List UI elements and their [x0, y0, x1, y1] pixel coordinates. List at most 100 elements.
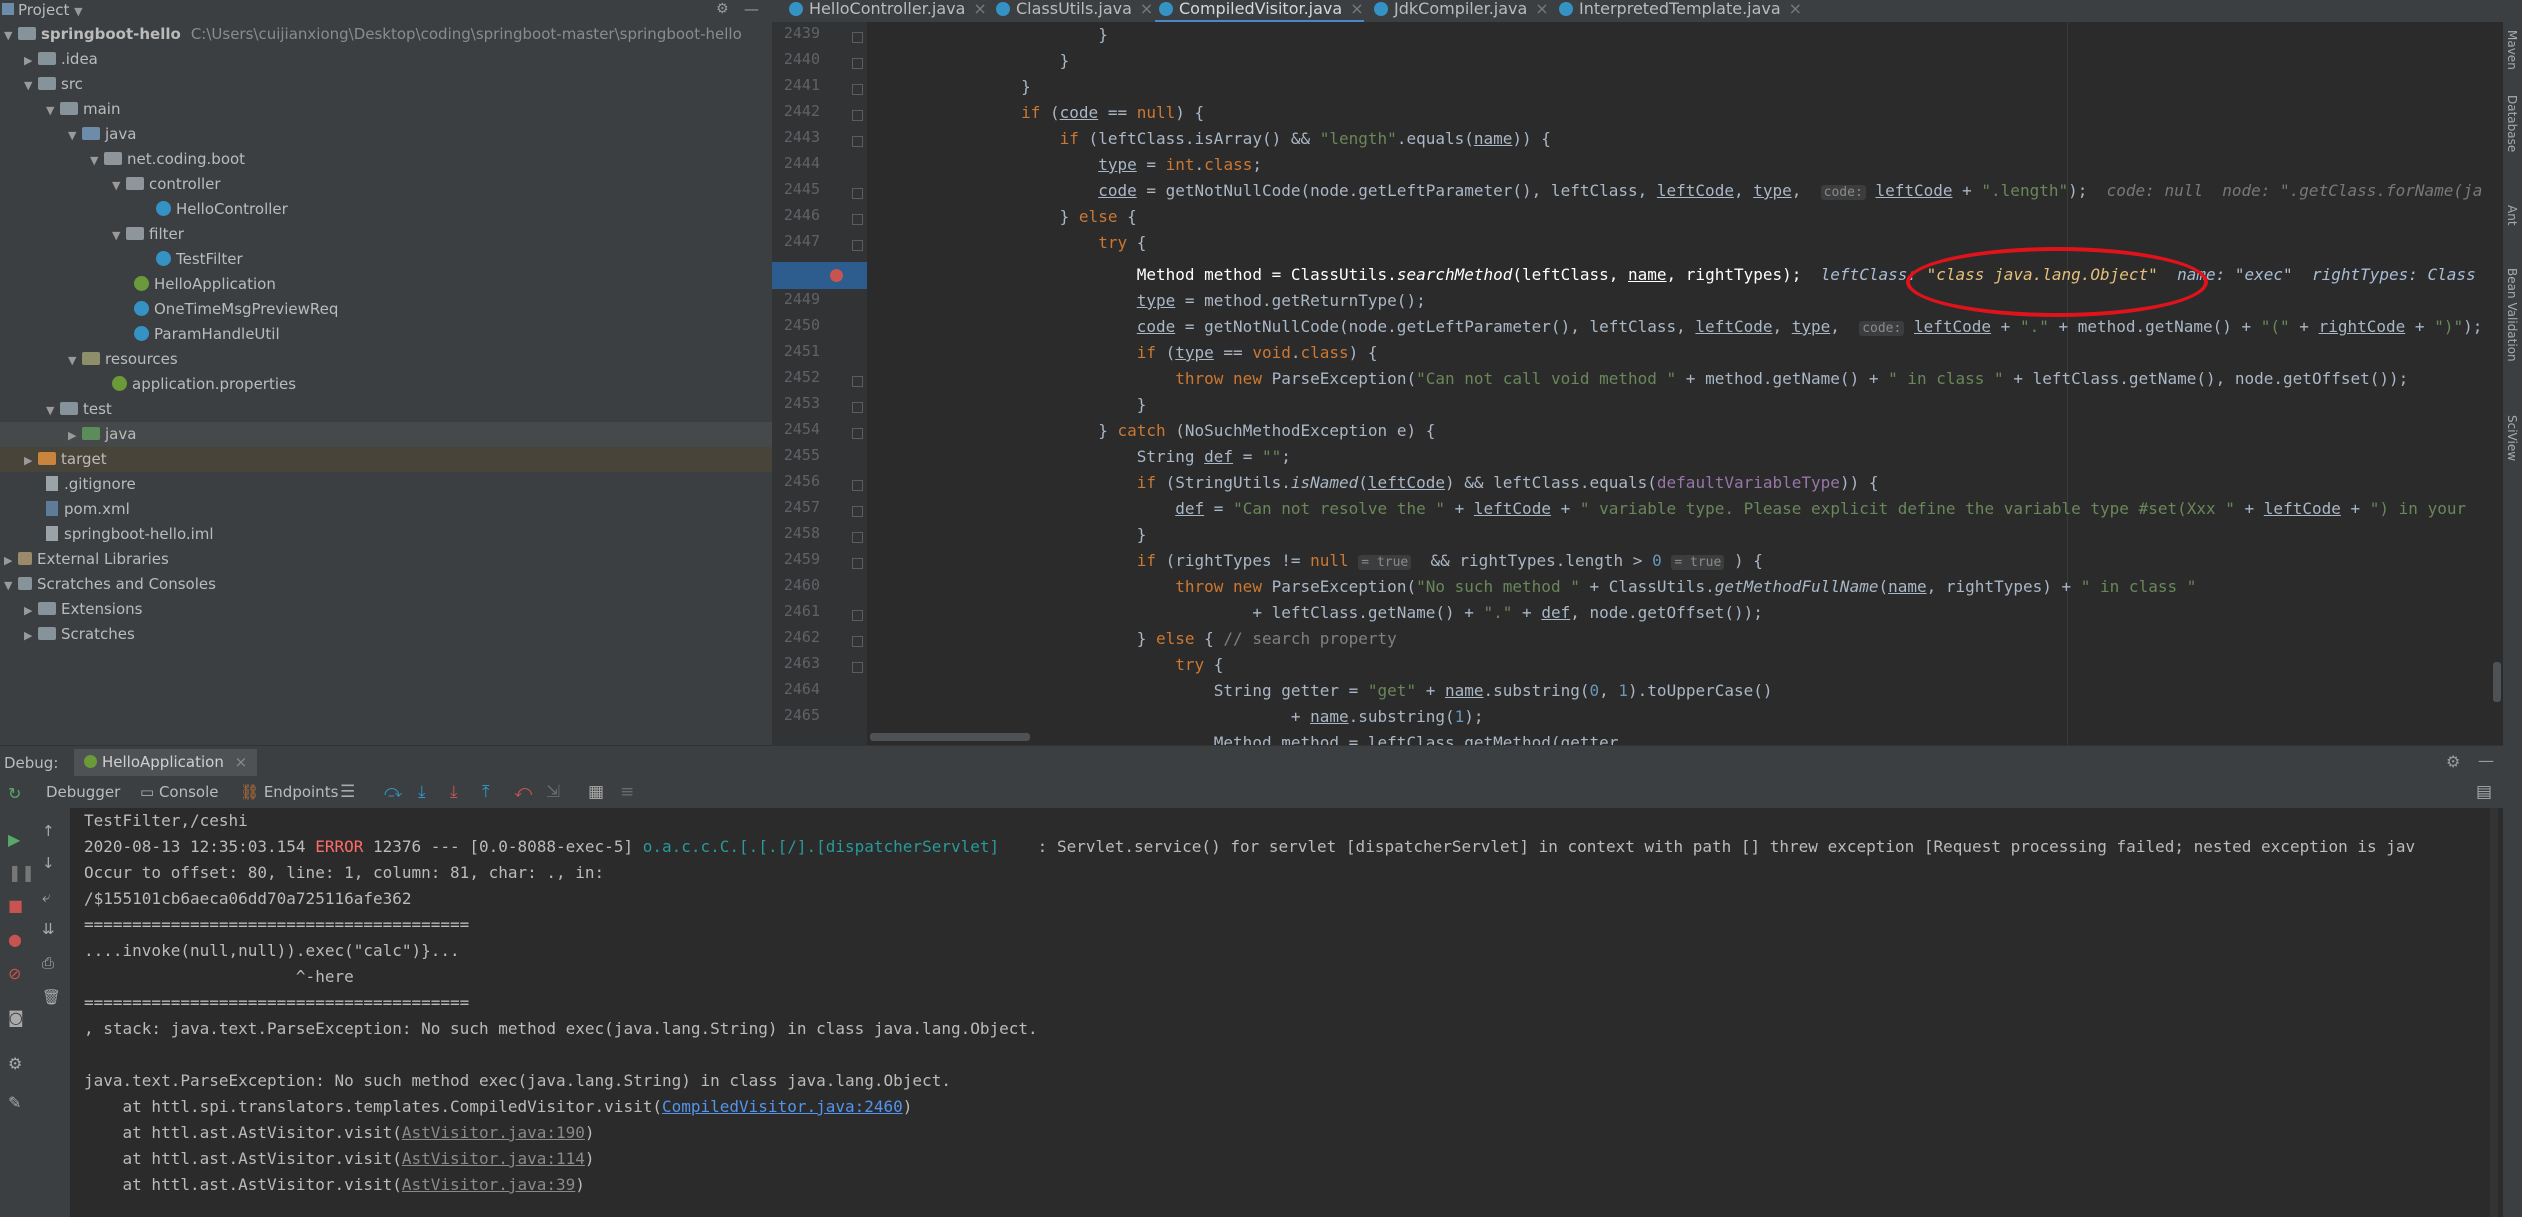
chevron-down-icon[interactable]: ▼ — [46, 398, 60, 423]
camera-icon[interactable]: ◙ — [8, 1008, 24, 1027]
project-view-selector[interactable]: Project ▼ — [2, 1, 83, 19]
tree-node-hello-controller[interactable]: HelloController — [156, 197, 288, 222]
fold-marker-icon[interactable] — [852, 662, 863, 673]
code-editor[interactable]: } } } if (code == null) { if (leftClass.… — [867, 22, 2503, 745]
view-breakpoints-icon[interactable]: ● — [8, 930, 22, 949]
print-icon[interactable]: ⎙ — [42, 954, 54, 972]
fold-marker-icon[interactable] — [852, 558, 863, 569]
rerun-icon[interactable]: ↻ — [8, 784, 21, 803]
tree-node-package[interactable]: ▼ net.coding.boot — [90, 147, 245, 172]
console-scrollbar[interactable] — [2490, 808, 2498, 1217]
tree-node-idea[interactable]: ▶ .idea — [24, 47, 98, 72]
close-icon[interactable]: × — [1140, 0, 1153, 18]
gear-icon[interactable]: ⚙ — [2446, 752, 2460, 771]
mute-breakpoints-icon[interactable]: ⊘ — [8, 964, 21, 983]
tab-jdk-compiler[interactable]: JdkCompiler.java × — [1370, 0, 1549, 20]
tree-node-test-filter[interactable]: TestFilter — [156, 247, 243, 272]
fold-marker-icon[interactable] — [852, 110, 863, 121]
close-icon[interactable]: × — [1350, 0, 1363, 18]
minimize-icon[interactable]: — — [2478, 751, 2494, 770]
tool-tab-sciview[interactable]: SciView — [2505, 415, 2519, 461]
pause-icon[interactable]: ❚❚ — [8, 863, 35, 882]
debug-session-tab[interactable]: HelloApplication × — [74, 749, 258, 776]
evaluate-expression-icon[interactable]: ▦ — [588, 782, 604, 802]
chevron-down-icon[interactable]: ▼ — [4, 23, 18, 48]
tree-node-root[interactable]: ▼ springboot-hello C:\Users\cuijianxiong\D… — [4, 22, 742, 47]
tree-node-test-java[interactable]: ▶ java — [68, 422, 136, 447]
fold-marker-icon[interactable] — [852, 480, 863, 491]
tree-node-one-time-msg[interactable]: OneTimeMsgPreviewReq — [134, 297, 338, 322]
fold-marker-icon[interactable] — [852, 402, 863, 413]
threads-menu-icon[interactable]: ☰ — [340, 782, 355, 802]
fold-marker-icon[interactable] — [852, 84, 863, 95]
tree-node-hello-application[interactable]: HelloApplication — [134, 272, 276, 297]
console-output[interactable]: TestFilter,/ceshi 2020-08-13 12:35:03.15… — [70, 808, 2503, 1217]
tab-debugger[interactable]: Debugger — [46, 783, 120, 801]
step-out-icon[interactable]: ⤒ — [482, 782, 490, 802]
tree-node-external-libraries[interactable]: ▶ External Libraries — [4, 547, 169, 572]
tree-node-filter[interactable]: ▼ filter — [112, 222, 184, 247]
tab-class-utils[interactable]: ClassUtils.java × — [992, 0, 1153, 20]
chevron-right-icon[interactable]: ▶ — [24, 448, 38, 473]
run-to-cursor-icon[interactable]: ⇲ — [546, 782, 560, 802]
chevron-down-icon[interactable]: ▼ — [90, 148, 104, 173]
chevron-down-icon[interactable]: ▼ — [24, 73, 38, 98]
tree-node-java[interactable]: ▼ java — [68, 122, 136, 147]
tree-node-controller[interactable]: ▼ controller — [112, 172, 221, 197]
chevron-down-icon[interactable]: ▼ — [4, 573, 18, 598]
drop-frame-icon[interactable]: ⤺ — [514, 782, 532, 802]
close-icon[interactable]: × — [1535, 0, 1548, 18]
tree-node-param-handle[interactable]: ParamHandleUtil — [134, 322, 280, 347]
tree-node-extensions[interactable]: ▶ Extensions — [24, 597, 142, 622]
vertical-scrollbar[interactable] — [2493, 662, 2501, 702]
chevron-down-icon[interactable]: ▼ — [112, 173, 126, 198]
resume-icon[interactable]: ▶ — [8, 830, 20, 849]
fold-marker-icon[interactable] — [852, 32, 863, 43]
fold-marker-icon[interactable] — [852, 58, 863, 69]
settings-icon[interactable]: ⚙ — [8, 1054, 22, 1073]
fold-marker-icon[interactable] — [852, 214, 863, 225]
soft-wrap-icon[interactable]: ⤶ — [42, 888, 50, 906]
fold-marker-icon[interactable] — [852, 610, 863, 621]
fold-marker-icon[interactable] — [852, 636, 863, 647]
horizontal-scrollbar[interactable] — [870, 733, 1030, 741]
layout-icon[interactable]: ▤ — [2476, 782, 2492, 802]
chevron-right-icon[interactable]: ▶ — [24, 598, 38, 623]
up-arrow-icon[interactable]: ↑ — [42, 822, 55, 840]
tool-tab-ant[interactable]: Ant — [2505, 205, 2519, 226]
breakpoint-icon[interactable] — [830, 269, 843, 282]
trace-icon[interactable]: ≡ — [620, 782, 634, 802]
tree-node-app-properties[interactable]: application.properties — [112, 372, 296, 397]
tab-compiled-visitor[interactable]: CompiledVisitor.java × — [1155, 0, 1364, 23]
chevron-right-icon[interactable]: ▶ — [68, 423, 82, 448]
chevron-right-icon[interactable]: ▶ — [24, 623, 38, 648]
force-step-into-icon[interactable]: ⤓ — [450, 782, 458, 802]
tab-interpreted-template[interactable]: InterpretedTemplate.java × — [1555, 0, 1802, 20]
stop-icon[interactable]: ■ — [8, 896, 23, 915]
chevron-right-icon[interactable]: ▶ — [24, 48, 38, 73]
fold-marker-icon[interactable] — [852, 532, 863, 543]
tool-tab-bean-validation[interactable]: Bean Validation — [2505, 268, 2519, 362]
tree-node-src[interactable]: ▼ src — [24, 72, 83, 97]
chevron-down-icon[interactable]: ▼ — [68, 348, 82, 373]
close-icon[interactable]: × — [973, 0, 986, 18]
stack-trace-link[interactable]: AstVisitor.java:114 — [402, 1149, 585, 1168]
tree-node-pom[interactable]: pom.xml — [46, 497, 130, 522]
close-icon[interactable]: × — [235, 753, 248, 771]
tab-hello-controller[interactable]: HelloController.java × — [785, 0, 987, 20]
chevron-down-icon[interactable]: ▼ — [46, 98, 60, 123]
tree-node-resources[interactable]: ▼ resources — [68, 347, 178, 372]
tree-node-target[interactable]: ▶ target — [24, 447, 107, 472]
fold-marker-icon[interactable] — [852, 136, 863, 147]
fold-marker-icon[interactable] — [852, 240, 863, 251]
scroll-to-end-icon[interactable]: ⇊ — [42, 920, 55, 938]
gear-icon[interactable]: ⚙ — [716, 1, 729, 17]
tab-console[interactable]: ▭ Console — [140, 783, 219, 801]
tree-node-test[interactable]: ▼ test — [46, 397, 112, 422]
show-execution-point-icon[interactable]: ⤼ — [384, 782, 402, 802]
tab-endpoints[interactable]: ⛓ Endpoints — [240, 783, 338, 801]
chevron-down-icon[interactable]: ▼ — [112, 223, 126, 248]
stack-trace-link[interactable]: CompiledVisitor.java:2460 — [662, 1097, 903, 1116]
down-arrow-icon[interactable]: ↓ — [42, 854, 55, 872]
pin-icon[interactable]: ✎ — [8, 1093, 21, 1112]
